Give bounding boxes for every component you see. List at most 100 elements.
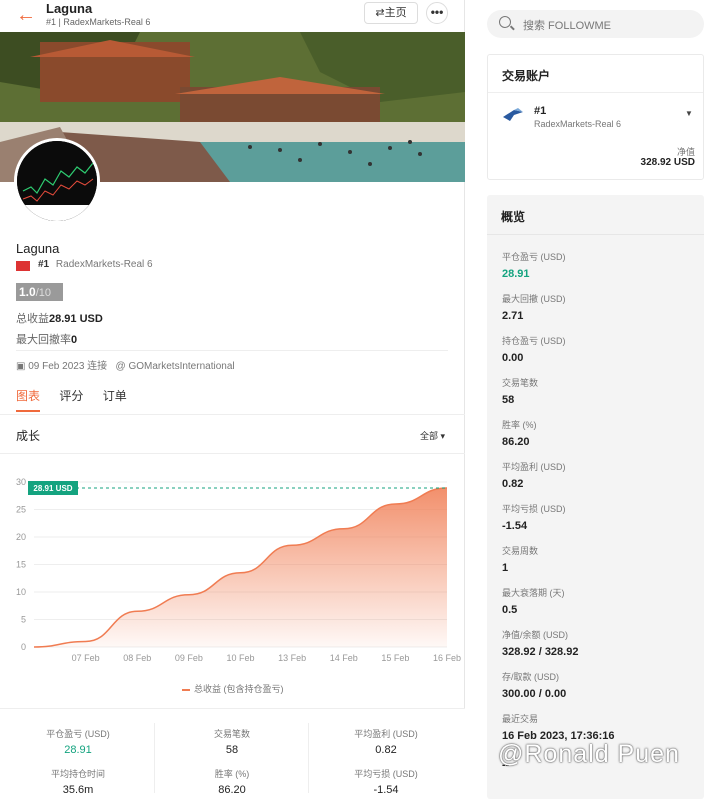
growth-title: 成长 [16,429,41,443]
overview-item-value: 328.92 / 328.92 [502,646,579,658]
sidebar: 搜索 FOLLOWME 交易账户 #1 RadexMarkets-Real 6 … [487,0,704,799]
tab-chart[interactable]: 图表 [16,387,40,404]
stat-winrate: 胜率 (%) 86.20 [172,767,292,796]
chevron-down-icon[interactable]: ▼ [685,109,693,118]
rank-line: #1 RadexMarkets-Real 6 [38,259,153,270]
stat-value: 0.82 [375,744,397,756]
overview-item-label: 平均亏损 (USD) [502,504,566,514]
score-value: 1.0 [19,285,36,299]
total-profit: 总收益28.91 USD [16,310,103,326]
score-badge: 1.0/10 [16,283,63,301]
y-tick-label: 15 [16,560,26,570]
tab-orders[interactable]: 订单 [103,387,127,404]
overview-item: 最近交易 16 Feb 2023, 17:36:16 [502,712,615,742]
more-button[interactable]: ••• [426,2,448,24]
max-dd-label: 最大回撤率 [16,334,71,346]
growth-header: 成长 全部 ▾ [0,414,465,454]
divider [308,723,309,793]
overview-item-value: 0.5 [502,604,518,616]
divider [16,350,448,351]
overview-item-label: 净值/余额 (USD) [502,630,568,640]
overview-item-label: 胜率 (%) [502,420,537,430]
growth-filter[interactable]: 全部 ▾ [420,429,445,442]
overview-item: 交易周数 1 [502,544,538,574]
overview-item: 最大回撤 (USD) 2.71 [502,292,566,322]
stat-avg-loss: 平均亏损 (USD) -1.54 [326,767,446,796]
back-arrow-icon[interactable]: ← [16,4,36,27]
stat-avg-profit: 平均盈利 (USD) 0.82 [326,727,446,756]
stat-value: -1.54 [373,784,399,796]
x-tick-label: 10 Feb [226,653,254,663]
overview-item-value: 1 [502,562,509,574]
x-tick-label: 08 Feb [123,653,151,663]
tab-rating[interactable]: 评分 [59,387,83,404]
overview-item-value: 300.00 / 0.00 [502,688,567,700]
account-rank: #1 [534,105,547,117]
stat-label: 胜率 (%) [214,769,250,779]
search-input[interactable]: 搜索 FOLLOWME [523,17,611,33]
x-tick-label: 14 Feb [330,653,358,663]
overview-item: 交易笔数 58 [502,376,538,406]
connected-date: 09 Feb 2023 连接 [28,361,108,372]
x-tick-label: 07 Feb [72,653,100,663]
overview-item-value: 58 [502,394,515,406]
rank-number: #1 [38,259,50,270]
stats-panel: 平仓盈亏 (USD) 28.91 交易笔数 58 平均盈利 (USD) 0.82… [0,708,465,799]
watermark: @Ronald Puen [498,740,680,768]
server-name: RadexMarkets-Real 6 [55,259,153,270]
total-profit-label: 总收益 [16,313,49,325]
account-server: RadexMarkets-Real 6 [534,119,622,129]
overview-item-label: 平仓盈亏 (USD) [502,252,566,262]
overview-card: 概览 平仓盈亏 (USD) 28.91 最大回撤 (USD) 2.71 持仓盈亏 (US… [487,195,704,799]
overview-item-value: 0.00 [502,352,524,364]
x-tick-label: 16 Feb [433,653,461,663]
y-tick-label: 20 [16,532,26,542]
top-bar: ← Laguna #1 | RadexMarkets-Real 6 ⇄主页 ••… [0,0,465,32]
divider [154,723,155,793]
avatar [14,138,100,224]
overview-item-label: 最大衰落期 (天) [502,588,565,598]
x-tick-label: 13 Feb [278,653,306,663]
overview-item-label: 持仓盈亏 (USD) [502,336,566,346]
overview-item: 净值/余额 (USD) 328.92 / 328.92 [502,628,578,658]
y-tick-label: 0 [21,642,26,652]
x-tick-label: 15 Feb [381,653,409,663]
account-card: 交易账户 #1 RadexMarkets-Real 6 ▼ 净值 328.92 … [487,54,704,180]
calendar-icon: ▣ [16,361,29,372]
legend-swatch [182,688,190,691]
stat-label: 平均持仓时间 [50,769,105,779]
connection-info: ▣ 09 Feb 2023 连接 @ GOMarketsInternationa… [16,357,235,372]
overview-title: 概览 [487,195,704,235]
search-icon [499,16,511,28]
overview-item-label: 交易笔数 [502,378,539,388]
overview-item-value: 0.82 [502,478,524,490]
overview-item: 最大衰落期 (天) 0.5 [502,586,565,616]
overview-item-value: -1.54 [502,520,528,532]
overview-item-label: 交易周数 [502,546,539,556]
y-tick-label: 25 [16,505,26,515]
x-tick-label: 09 Feb [175,653,203,663]
y-tick-label: 5 [21,615,26,625]
chart-legend[interactable]: 总收益 (包含持仓盈亏) [182,682,284,695]
overview-item: 存/取款 (USD) 300.00 / 0.00 [502,670,566,700]
stat-label: 平均亏损 (USD) [354,769,418,779]
stat-value: 35.6m [62,784,94,796]
overview-item: 持仓盈亏 (USD) 0.00 [502,334,566,364]
overview-item: 平均亏损 (USD) -1.54 [502,502,566,532]
active-tab-indicator [16,410,40,412]
stat-value: 28.91 [64,744,92,756]
page-title: Laguna [46,1,93,16]
broker-logo-icon [503,108,523,121]
stat-value: 58 [225,744,239,756]
overview-item-label: 平均盈利 (USD) [502,462,566,472]
page-subtitle: #1 | RadexMarkets-Real 6 [46,17,151,27]
flag-icon [16,261,30,271]
max-dd-value: 0 [71,334,78,346]
stat-closed-pnl: 平仓盈亏 (USD) 28.91 [18,727,138,756]
stat-value: 86.20 [218,784,246,796]
total-profit-value: 28.91 USD [49,313,103,325]
overview-item-label: 存/取款 (USD) [502,672,559,682]
broker-name[interactable]: @ GOMarketsInternational [116,361,235,372]
home-button[interactable]: ⇄主页 [364,2,418,24]
search-box[interactable]: 搜索 FOLLOWME [487,10,704,38]
